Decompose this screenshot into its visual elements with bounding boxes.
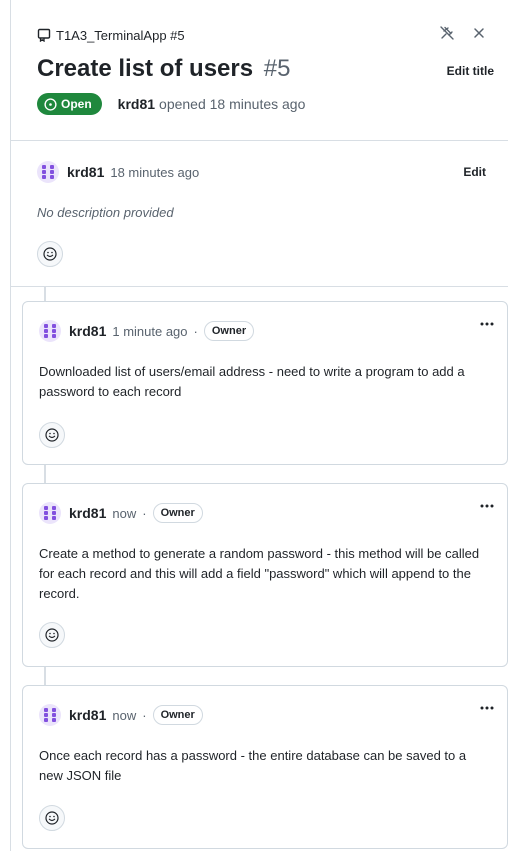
status-badge: Open [37, 93, 102, 115]
repo-reference[interactable]: T1A3_TerminalApp #5 [37, 26, 185, 44]
kebab-horizontal-icon [480, 322, 494, 326]
avatar[interactable] [39, 704, 61, 726]
issue-header: T1A3_TerminalApp #5 Create list of users… [11, 0, 508, 141]
comment-time[interactable]: now [112, 708, 136, 723]
header-actions [438, 24, 488, 42]
avatar[interactable] [39, 502, 61, 524]
smiley-icon [45, 811, 59, 825]
separator-dot: · [193, 323, 198, 339]
description-meta: krd81 18 minutes ago [37, 161, 199, 183]
comment-time[interactable]: 1 minute ago [112, 324, 187, 339]
avatar[interactable] [37, 161, 59, 183]
description-author[interactable]: krd81 [67, 164, 104, 180]
separator-dot: · [142, 707, 147, 723]
smiley-icon [43, 247, 57, 261]
avatar[interactable] [39, 320, 61, 342]
add-reaction-button[interactable] [37, 241, 63, 267]
comment-card: krd81 now · Owner Once each record has a… [22, 685, 508, 849]
role-badge: Owner [152, 705, 203, 725]
comment-body: Create a method to generate a random pas… [39, 546, 480, 601]
comment-options-button[interactable] [479, 700, 495, 719]
comment-author[interactable]: krd81 [69, 505, 106, 521]
status-label: Open [61, 97, 92, 111]
close-icon[interactable] [470, 24, 488, 42]
comment-meta: krd81 1 minute ago · Owner [39, 320, 255, 342]
comment-body: Downloaded list of users/email address -… [39, 364, 465, 399]
comment-author[interactable]: krd81 [69, 323, 106, 339]
issue-open-icon [44, 97, 57, 111]
edit-title-button[interactable]: Edit title [447, 64, 494, 78]
smiley-icon [45, 628, 59, 642]
description-body: No description provided [37, 205, 174, 220]
issue-title-text: Create list of users [37, 55, 254, 82]
edit-description-button[interactable]: Edit [463, 165, 486, 179]
comment-author[interactable]: krd81 [69, 707, 106, 723]
issue-status-row: Open krd81 opened 18 minutes ago [37, 92, 305, 116]
comment-meta: krd81 now · Owner [39, 502, 203, 524]
comment-card: krd81 1 minute ago · Owner Downloaded li… [22, 301, 508, 465]
comment-card: krd81 now · Owner Create a method to gen… [22, 483, 508, 667]
kebab-horizontal-icon [480, 504, 494, 508]
issue-opened-text: opened 18 minutes ago [159, 96, 306, 112]
repo-icon [37, 28, 51, 43]
smiley-icon [45, 428, 59, 442]
timeline-connector [44, 286, 46, 301]
add-reaction-button[interactable] [39, 622, 65, 648]
add-reaction-button[interactable] [39, 422, 65, 448]
issue-description: krd81 18 minutes ago Edit No description… [11, 141, 508, 287]
role-badge: Owner [203, 321, 255, 341]
issue-side-panel: T1A3_TerminalApp #5 Create list of users… [11, 0, 508, 851]
comment-meta: krd81 now · Owner [39, 704, 203, 726]
description-time[interactable]: 18 minutes ago [110, 165, 199, 180]
comment-options-button[interactable] [479, 316, 495, 335]
comment-options-button[interactable] [479, 498, 495, 517]
repo-reference-label: T1A3_TerminalApp #5 [56, 27, 185, 43]
comment-time[interactable]: now [112, 506, 136, 521]
role-badge: Owner [152, 503, 203, 523]
page-title: Create list of users #5 [37, 55, 290, 83]
unpin-icon[interactable] [438, 24, 456, 42]
issue-author[interactable]: krd81 [118, 96, 155, 112]
timeline-connector [44, 465, 46, 483]
comment-body: Once each record has a password - the en… [39, 748, 467, 783]
add-reaction-button[interactable] [39, 805, 65, 831]
kebab-horizontal-icon [480, 706, 494, 710]
issue-number: #5 [263, 55, 291, 82]
timeline-connector [44, 667, 46, 685]
separator-dot: · [142, 505, 147, 521]
